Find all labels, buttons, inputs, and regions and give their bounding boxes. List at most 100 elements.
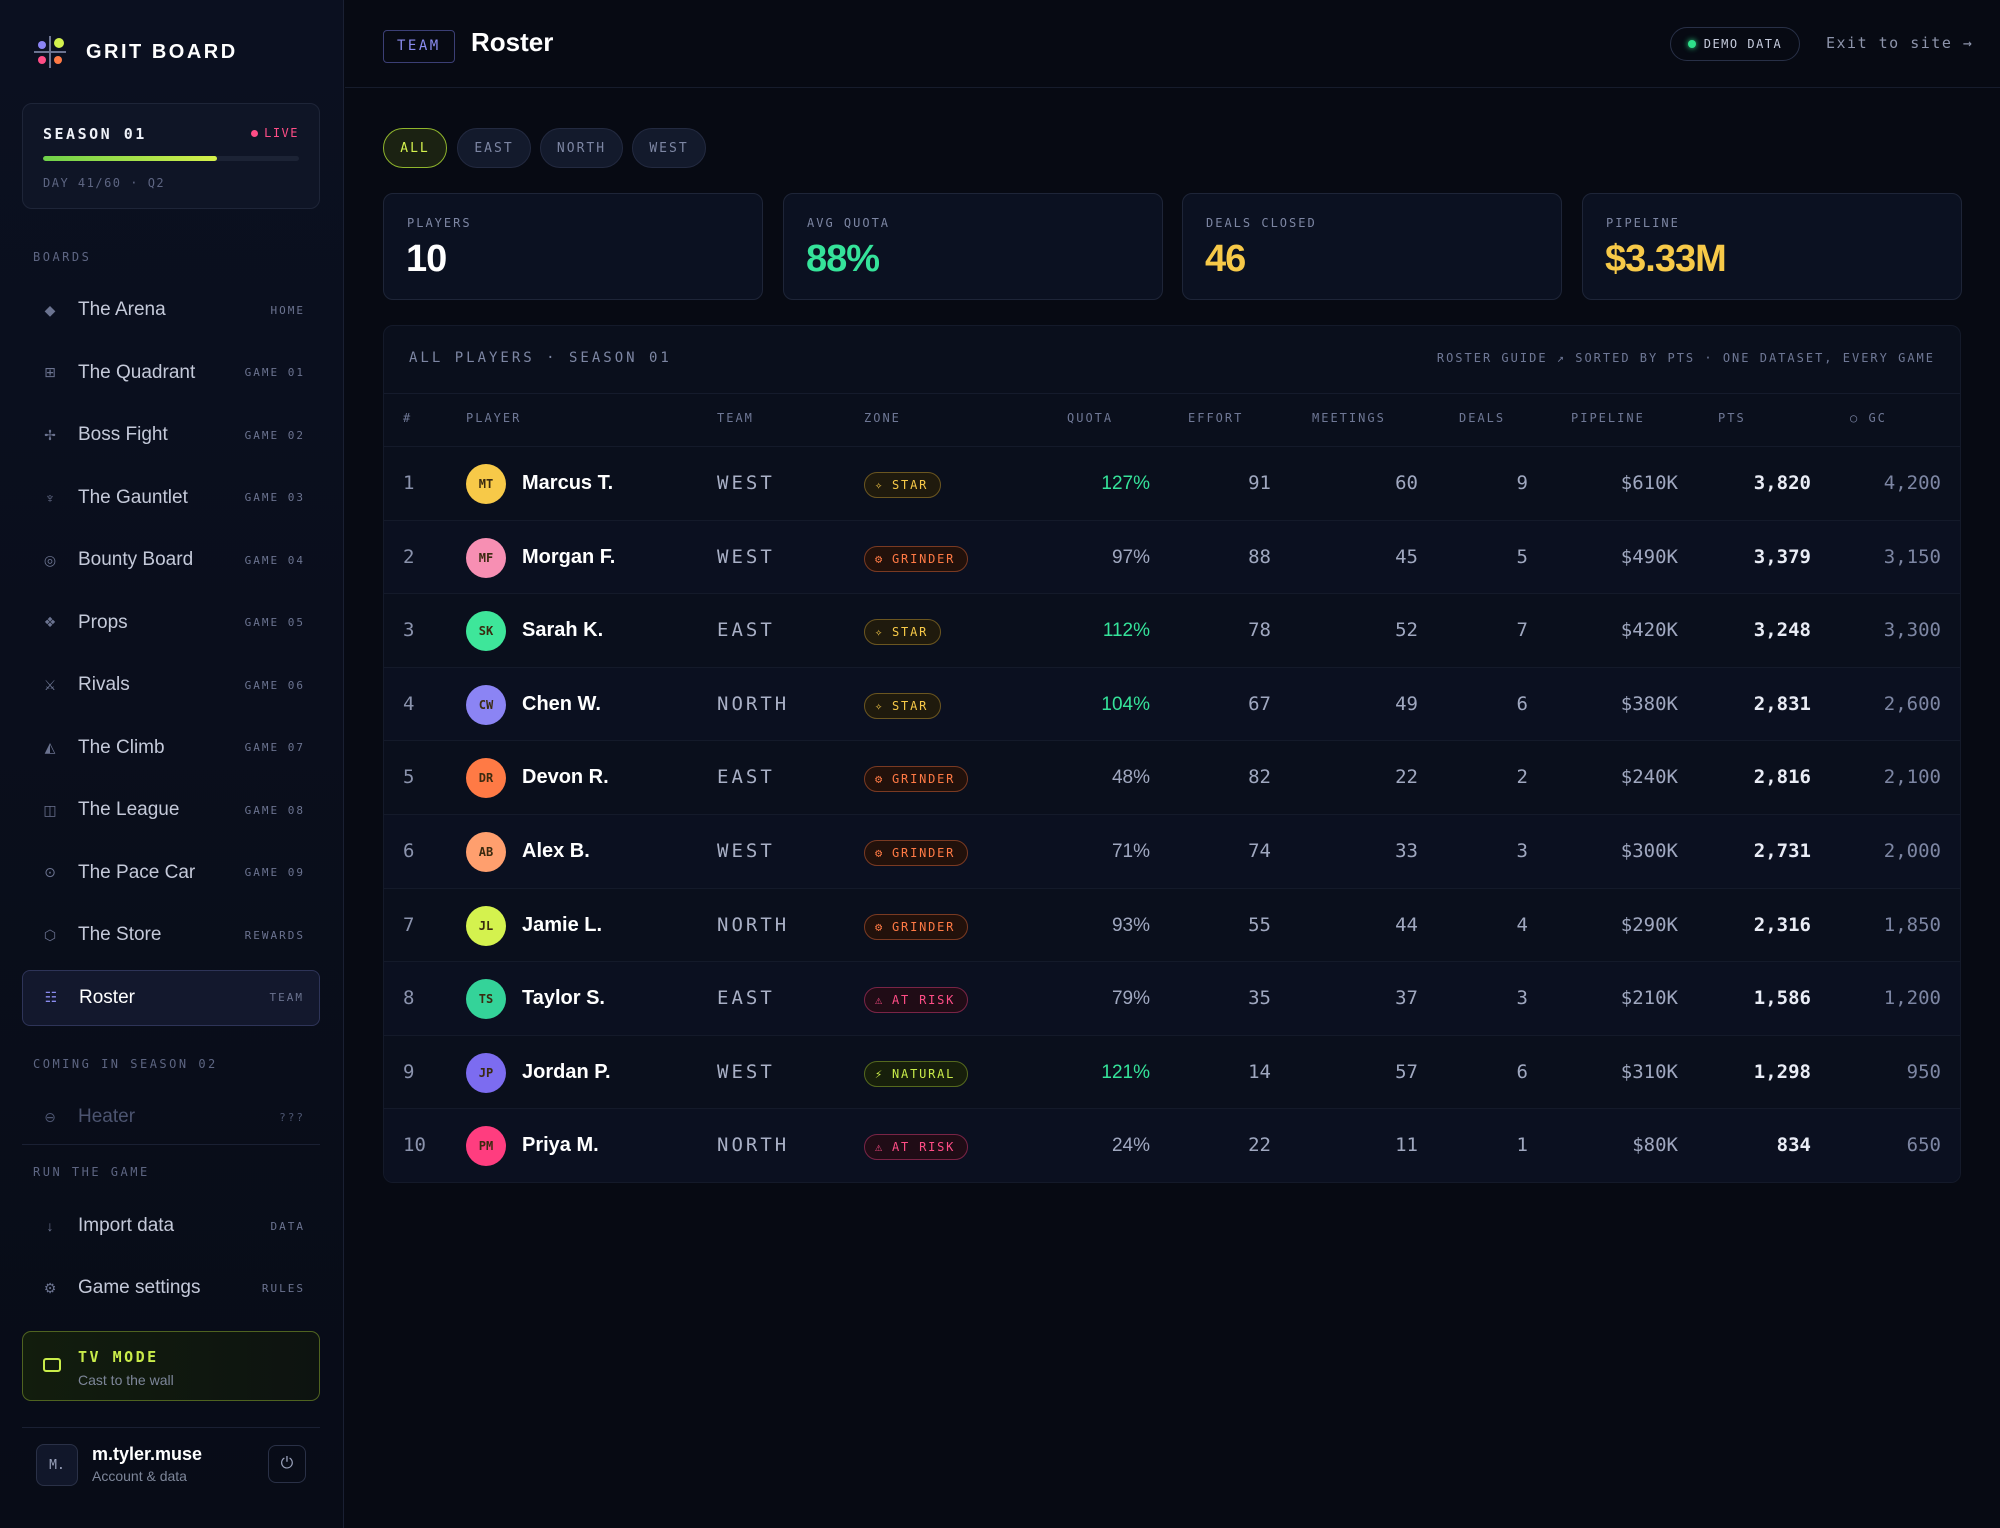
avatar: SK: [466, 611, 506, 652]
table-row[interactable]: 1 MT Marcus T. WEST ✧ STAR 127% 91 60 9 $610K 3,820…: [384, 446, 1960, 520]
table-row[interactable]: 10 PM Priya M. NORTH ⚠ AT RISK 24% 22 11 1 $80K 834…: [384, 1108, 1960, 1182]
table-row[interactable]: 4 CW Chen W. NORTH ✧ STAR 104% 67 49 6 $380K 2,831 2…: [384, 666, 1960, 741]
stat-value: 88%: [806, 238, 880, 280]
account-panel[interactable]: M. m.tyler.muse Account & data ⏻: [22, 1430, 320, 1500]
column-header-quota[interactable]: QUOTA: [1067, 411, 1113, 425]
sidebar: GRIT BOARD SEASON 01 LIVE DAY 41/60 · Q2…: [0, 0, 344, 1528]
zone-badge: ⚙ GRINDER: [864, 913, 969, 940]
pipeline-cell: $80K: [1632, 1134, 1678, 1157]
zone-icon: ⚠: [875, 1140, 885, 1155]
account-subtitle: Account & data: [92, 1468, 187, 1484]
lock-icon: ⊖: [44, 1108, 56, 1125]
sidebar-item-the-quadrant[interactable]: ⊞ The Quadrant GAME 01: [22, 345, 320, 401]
column-header-effort[interactable]: EFFORT: [1188, 411, 1243, 425]
player-name[interactable]: Sarah K.: [522, 594, 603, 667]
column-header-rank[interactable]: #: [403, 411, 412, 425]
roster-guide-link[interactable]: ROSTER GUIDE ↗ SORTED BY PTS · ONE DATAS…: [1437, 351, 1935, 365]
sidebar-item-rivals[interactable]: ⚔ Rivals GAME 06: [22, 657, 320, 713]
sidebar-item-tag: GAME 03: [244, 491, 305, 504]
table-row[interactable]: 9 JP Jordan P. WEST ⚡ NATURAL 121% 14 57 6 $310K 1,…: [384, 1034, 1960, 1109]
pts-cell: 2,316: [1753, 913, 1811, 936]
zone-badge: ⚠ AT RISK: [864, 987, 969, 1014]
column-header-zone[interactable]: ZONE: [864, 411, 901, 425]
zone-icon: ⚙: [875, 551, 885, 566]
sidebar-item-the-league[interactable]: ◫ The League GAME 08: [22, 782, 320, 838]
rank-cell: 7: [403, 913, 415, 936]
sidebar-item-props[interactable]: ❖ Props GAME 05: [22, 595, 320, 651]
tv-mode-button[interactable]: TV MODE Cast to the wall: [22, 1331, 320, 1401]
player-name[interactable]: Jordan P.: [522, 1036, 611, 1109]
table-row[interactable]: 8 TS Taylor S. EAST ⚠ AT RISK 79% 35 37 3 $210K 1,5…: [384, 961, 1960, 1036]
player-name[interactable]: Priya M.: [522, 1109, 599, 1182]
exit-to-site-link[interactable]: Exit to site →: [1826, 34, 1973, 52]
sidebar-item-game-settings[interactable]: ⚙ Game settings RULES: [22, 1260, 320, 1316]
meetings-cell: 49: [1395, 692, 1418, 715]
column-header-meetings[interactable]: MEETINGS: [1312, 411, 1386, 425]
column-header-team[interactable]: TEAM: [717, 411, 754, 425]
column-header-pts[interactable]: PTS: [1718, 411, 1746, 425]
column-header-pipeline[interactable]: PIPELINE: [1571, 411, 1645, 425]
quota-cell: 127%: [1101, 473, 1150, 494]
team-cell: WEST: [717, 545, 775, 568]
effort-cell: 91: [1248, 472, 1271, 494]
demo-data-badge[interactable]: DEMO DATA: [1670, 27, 1800, 61]
player-name[interactable]: Devon R.: [522, 741, 609, 814]
sidebar-item-the-arena[interactable]: ◆ The Arena HOME: [22, 282, 320, 338]
sidebar-item-the-store[interactable]: ⬡ The Store REWARDS: [22, 907, 320, 963]
player-name[interactable]: Taylor S.: [522, 962, 605, 1035]
sidebar-item-the-pace-car[interactable]: ⊙ The Pace Car GAME 09: [22, 845, 320, 901]
zone-badge: ⚙ GRINDER: [864, 766, 969, 793]
power-icon[interactable]: ⏻: [268, 1445, 306, 1483]
rank-cell: 8: [403, 987, 415, 1010]
table-row[interactable]: 5 DR Devon R. EAST ⚙ GRINDER 48% 82 22 2 $240K 2,81…: [384, 740, 1960, 814]
player-name[interactable]: Jamie L.: [522, 889, 602, 962]
table-row[interactable]: 6 AB Alex B. WEST ⚙ GRINDER 71% 74 33 3 $300K 2,731…: [384, 814, 1960, 888]
avatar: MT: [466, 464, 506, 504]
player-name[interactable]: Marcus T.: [522, 447, 613, 520]
player-name[interactable]: Alex B.: [522, 815, 590, 888]
zone-icon: ✧: [875, 478, 885, 492]
meetings-cell: 22: [1395, 766, 1418, 789]
sidebar-item-boss-fight[interactable]: ✢ Boss Fight GAME 02: [22, 407, 320, 463]
column-header-gc[interactable]: ○ GC: [1850, 411, 1887, 425]
season-day: DAY 41/60 · Q2: [43, 176, 166, 190]
gc-cell: 1,850: [1883, 913, 1941, 936]
pipeline-cell: $610K: [1620, 472, 1678, 494]
sidebar-item-the-climb[interactable]: ◭ The Climb GAME 07: [22, 720, 320, 776]
filter-west[interactable]: WEST: [632, 128, 706, 168]
deals-cell: 2: [1516, 766, 1528, 789]
brand[interactable]: GRIT BOARD: [30, 34, 238, 70]
table-row[interactable]: 2 MF Morgan F. WEST ⚙ GRINDER 97% 88 45 5 $490K 3,3…: [384, 519, 1960, 594]
team-cell: NORTH: [717, 1134, 790, 1157]
sidebar-item-label: Roster: [79, 986, 135, 1008]
deals-cell: 7: [1516, 619, 1528, 642]
grid-icon: ⊞: [44, 364, 56, 380]
tv-mode-title: TV MODE: [78, 1348, 159, 1366]
pts-cell: 2,831: [1753, 692, 1811, 715]
sidebar-item-bounty-board[interactable]: ◎ Bounty Board GAME 04: [22, 532, 320, 588]
sidebar-item-the-gauntlet[interactable]: ♆ The Gauntlet GAME 03: [22, 470, 320, 526]
gc-cell: 1,200: [1883, 987, 1941, 1010]
filter-all[interactable]: ALL: [383, 128, 447, 168]
filter-east[interactable]: EAST: [457, 128, 531, 168]
column-header-deals[interactable]: DEALS: [1459, 411, 1505, 425]
rank-cell: 2: [403, 545, 415, 568]
column-header-player[interactable]: PLAYER: [466, 411, 521, 425]
table-row[interactable]: 7 JL Jamie L. NORTH ⚙ GRINDER 93% 55 44 4 $290K 2,3…: [384, 887, 1960, 962]
player-name[interactable]: Morgan F.: [522, 521, 615, 594]
crosshair-icon: ✢: [44, 426, 56, 443]
account-name: m.tyler.muse: [92, 1444, 203, 1464]
filter-north[interactable]: NORTH: [540, 128, 623, 168]
sidebar-item-import-data[interactable]: ↓ Import data DATA: [22, 1198, 320, 1254]
rank-cell: 9: [403, 1060, 415, 1083]
sidebar-item-tag: REWARDS: [244, 928, 305, 942]
table-row[interactable]: 3 SK Sarah K. EAST ✧ STAR 112% 78 52 7 $420K 3,248 3…: [384, 593, 1960, 667]
quota-cell: 24%: [1111, 1135, 1150, 1157]
pipeline-cell: $300K: [1620, 840, 1678, 862]
avatar: MF: [466, 537, 506, 578]
sidebar-item-roster[interactable]: ☷ Roster TEAM: [22, 969, 320, 1026]
stat-label: AVG QUOTA: [807, 216, 891, 230]
pipeline-cell: $290K: [1620, 913, 1678, 936]
player-name[interactable]: Chen W.: [522, 668, 601, 741]
gc-cell: 3,300: [1883, 619, 1941, 642]
